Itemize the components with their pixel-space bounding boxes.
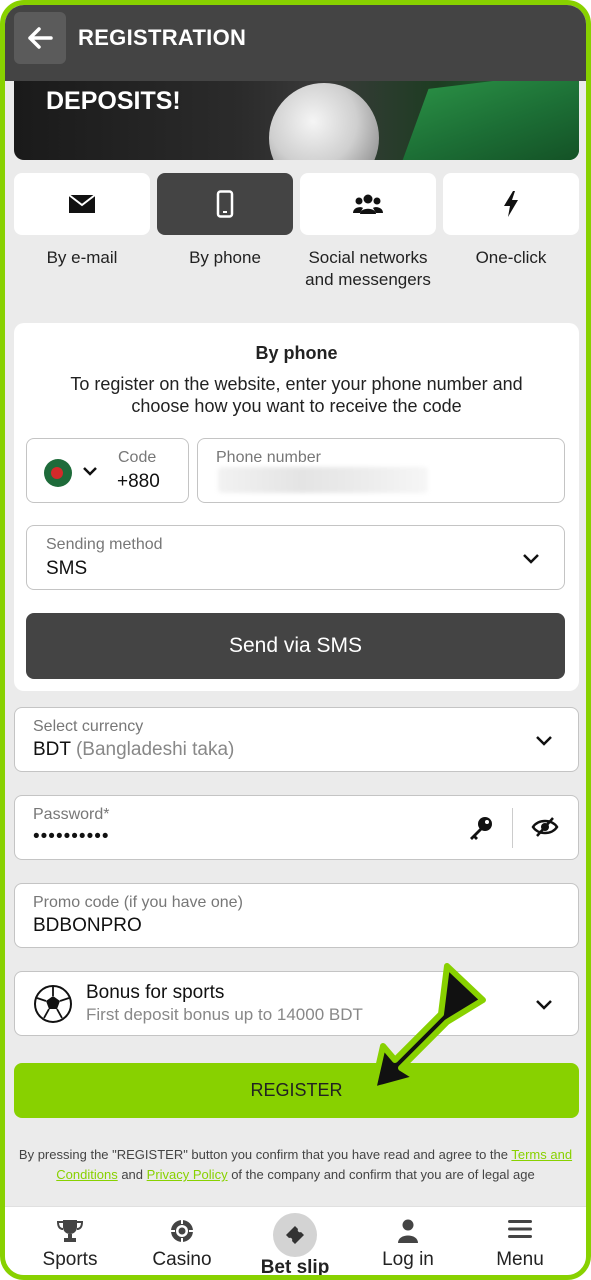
method-one-click-button[interactable] [443,173,579,235]
currency-select[interactable]: Select currency BDT (Bangladeshi taka) [14,707,579,772]
pointer-arrow-icon [370,963,486,1093]
sending-method-value: SMS [46,558,88,579]
terms-suffix: of the company and confirm that you are … [231,1167,535,1182]
registration-methods: By e-mail By phone Social networks and m… [14,173,579,289]
nav-casino-label: Casino [152,1249,212,1270]
method-phone[interactable]: By phone [157,173,293,269]
method-one-click[interactable]: One-click [443,173,579,269]
currency-name: (Bangladeshi taka) [75,739,235,760]
banner-headline: DEPOSITS! [46,87,181,115]
terms-text: By pressing the "REGISTER" button you co… [17,1145,574,1185]
key-icon[interactable] [467,814,495,842]
bottom-navigation: Sports Casino Bet slip Log in Menu [5,1206,586,1278]
chevron-down-icon [536,736,552,746]
send-sms-button[interactable]: Send via SMS [26,613,565,679]
method-social-button[interactable] [300,173,436,235]
nav-casino[interactable]: Casino [127,1207,237,1275]
privacy-policy-link[interactable]: Privacy Policy [147,1167,228,1182]
users-icon [353,194,383,214]
card-title: By phone [255,343,338,363]
phone-icon [216,190,234,218]
bonus-subtitle: First deposit bonus up to 14000 BDT [86,1005,363,1024]
code-label: Code [118,449,157,466]
phone-number-label: Phone number [216,449,321,466]
method-phone-label: By phone [189,248,261,267]
football-image [269,83,379,160]
method-social[interactable]: Social networks and messengers [300,173,436,291]
sending-method-select[interactable]: Sending method SMS [26,525,565,590]
method-social-label-line1: Social networks [308,248,428,267]
back-button[interactable] [14,12,66,64]
lightning-icon [504,191,518,217]
phone-number-value-redacted [218,467,428,493]
chevron-down-icon [536,1000,552,1010]
trophy-icon [57,1220,83,1242]
nav-menu-label: Menu [496,1249,544,1270]
bet-slip-circle [273,1213,317,1257]
player-image [402,81,579,160]
nav-log-in-label: Log in [382,1249,434,1270]
nav-bet-slip[interactable]: Bet slip [240,1207,350,1278]
envelope-icon [68,194,96,213]
app-frame: REGISTRATION DEPOSITS! By e-mail By phon… [0,0,591,1280]
method-social-label: Social networks and messengers [300,247,436,291]
nav-log-in[interactable]: Log in [353,1207,463,1275]
currency-label: Select currency [33,718,144,735]
header-bar: REGISTRATION [5,5,586,81]
code-value: +880 [117,471,160,492]
divider [512,808,513,848]
method-phone-button[interactable] [157,173,293,235]
phone-registration-card: By phone To register on the website, ent… [14,323,579,691]
method-email-button[interactable] [14,173,150,235]
arrow-left-icon [28,27,53,49]
nav-bet-slip-label: Bet slip [260,1257,330,1278]
card-description: To register on the website, enter your p… [70,374,523,416]
promo-code-value: BDBONPRO [33,915,142,936]
terms-prefix: By pressing the "REGISTER" button you co… [18,1147,508,1162]
promo-banner[interactable]: DEPOSITS! [14,81,579,160]
phone-number-input[interactable]: Phone number [197,438,565,503]
bonus-title: Bonus for sports [86,982,225,1003]
chevron-down-icon [83,467,97,476]
country-code-select[interactable]: Code +880 [26,438,189,503]
terms-and: and [121,1167,144,1182]
promo-code-input[interactable]: Promo code (if you have one) BDBONPRO [14,883,579,948]
method-email-label: By e-mail [46,248,118,267]
ticket-icon [286,1226,304,1244]
football-icon [34,985,72,1023]
eye-slash-icon[interactable] [531,816,559,838]
nav-sports-label: Sports [42,1249,98,1270]
nav-menu[interactable]: Menu [465,1207,575,1275]
hamburger-icon [508,1220,532,1238]
currency-value: BDT (Bangladeshi taka) [33,739,234,761]
page-title: REGISTRATION [78,25,247,50]
method-email[interactable]: By e-mail [14,173,150,269]
promo-code-label: Promo code (if you have one) [33,894,243,911]
chevron-down-icon [523,554,539,564]
password-value: •••••••••• [33,826,110,847]
nav-sports[interactable]: Sports [15,1207,125,1275]
method-one-click-label: One-click [475,248,547,267]
sending-method-label: Sending method [46,536,163,553]
bangladesh-flag-icon [44,459,72,487]
currency-code: BDT [33,739,71,760]
password-input[interactable]: Password* •••••••••• [14,795,579,860]
chip-icon [171,1220,193,1242]
user-icon [398,1219,418,1243]
method-social-label-line2: and messengers [305,270,431,289]
password-label: Password* [33,806,110,823]
